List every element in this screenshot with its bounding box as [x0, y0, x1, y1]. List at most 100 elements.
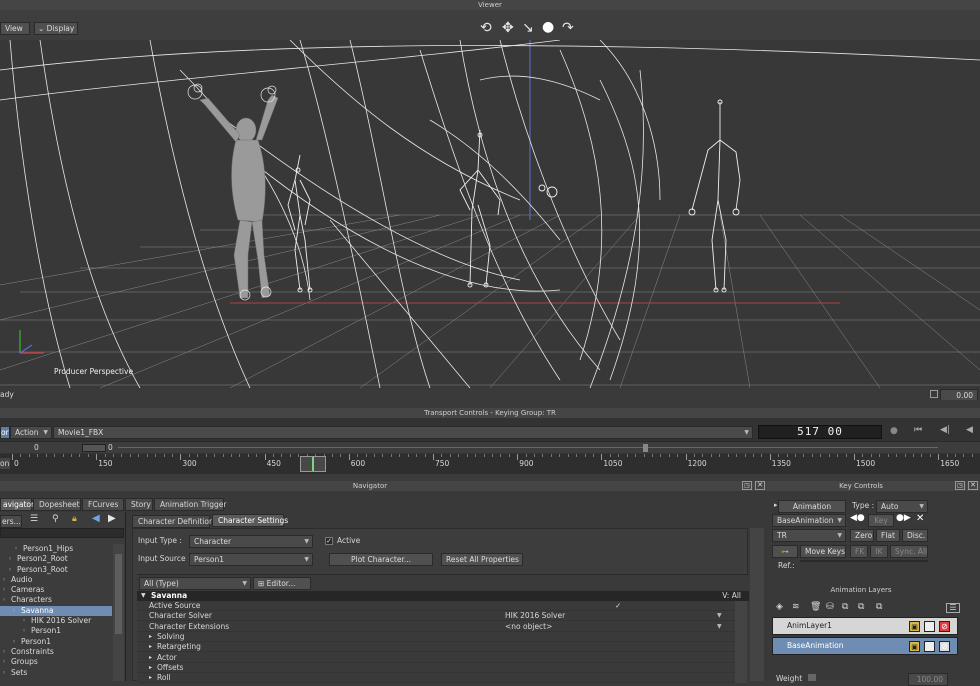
flat-button[interactable]: Flat: [876, 529, 900, 542]
close-icon[interactable]: ✕: [968, 481, 978, 490]
editor-button[interactable]: ⊞ Editor...: [253, 577, 311, 590]
view-menu[interactable]: View: [0, 22, 30, 35]
list-icon[interactable]: ☰: [30, 514, 38, 524]
prev-key-icon[interactable]: ◀|: [940, 425, 950, 435]
ik-button[interactable]: IK: [870, 545, 888, 558]
property-row[interactable]: ▸ Retargeting: [137, 642, 735, 653]
fk-button[interactable]: FK: [850, 545, 868, 558]
ref-select[interactable]: ▼: [800, 560, 928, 562]
lock-icon[interactable]: ▣: [909, 641, 920, 652]
take-select[interactable]: Movie1_FBX ▼: [53, 426, 753, 439]
key-icon-button[interactable]: ⊶: [772, 545, 798, 558]
prev-frame-icon[interactable]: ◀: [966, 425, 973, 435]
layer-up-icon[interactable]: ⧉: [858, 602, 864, 612]
range-slider[interactable]: 0 0: [0, 441, 980, 453]
playhead[interactable]: [300, 456, 326, 472]
tree-item[interactable]: ◦ Audio: [0, 575, 112, 585]
tree-search-input[interactable]: [0, 528, 124, 538]
chevron-down-icon[interactable]: ▼: [717, 622, 722, 632]
coord-toggle[interactable]: [930, 390, 938, 398]
splitter[interactable]: [0, 400, 980, 408]
tree-item[interactable]: ◦ Person1: [0, 626, 112, 636]
tree-item[interactable]: ◦ Person3_Root: [0, 565, 112, 575]
move-icon[interactable]: ✥: [502, 20, 514, 36]
tab-story[interactable]: Story: [125, 498, 153, 511]
undock-icon[interactable]: ◳: [742, 481, 752, 490]
tree-scrollbar[interactable]: [113, 544, 124, 681]
property-row[interactable]: ▸ Actor: [137, 653, 735, 663]
tree-item[interactable]: ◦ Savanna: [0, 605, 112, 617]
property-row[interactable]: Active Source ✓: [137, 601, 735, 611]
story-mode-tab[interactable]: ory: [0, 426, 10, 439]
pan-icon[interactable]: ↘: [522, 20, 534, 36]
property-value[interactable]: HIK 2016 Solver: [505, 611, 565, 621]
tab-character-settings[interactable]: Character Settings: [212, 514, 288, 527]
solo-icon[interactable]: [924, 621, 935, 632]
animation-button[interactable]: Animation: [778, 500, 846, 513]
tab-animation-trigger[interactable]: Animation Trigger: [154, 498, 227, 511]
timeline-ruler[interactable]: on 0 150 300 450 600 750 900 1050 1200 1350 1500 16…: [0, 454, 980, 474]
weight-field[interactable]: 100.00: [908, 673, 948, 686]
chevron-down-icon[interactable]: ▼: [717, 611, 722, 621]
tree-item[interactable]: ◦ Sets: [0, 668, 112, 678]
forward-arrow-icon[interactable]: ▶: [108, 513, 116, 524]
property-scrollbar[interactable]: [735, 601, 747, 683]
close-icon[interactable]: ✕: [755, 481, 765, 490]
active-checkbox[interactable]: ✓: [325, 537, 333, 545]
tab-dopesheet[interactable]: Dopesheet: [33, 498, 81, 511]
collapse-icon[interactable]: ▼: [141, 591, 146, 601]
property-row[interactable]: ▸ Roll: [137, 673, 735, 683]
key-button[interactable]: Key: [868, 514, 894, 527]
settings-scrollbar[interactable]: [750, 528, 764, 681]
tree-item[interactable]: ◦ Cameras: [0, 585, 112, 595]
discontinuity-button[interactable]: Disc.: [902, 529, 928, 542]
filter-icon[interactable]: ⚲: [52, 514, 59, 524]
tree-item[interactable]: ◦ Person1_Hips: [0, 544, 112, 554]
move-keys-button[interactable]: Move Keys: [800, 545, 846, 558]
layer-row[interactable]: BaseAnimation ▣ ⊘: [772, 637, 958, 655]
tree-item[interactable]: ◦ Constraints: [0, 647, 112, 657]
plot-character-button[interactable]: Plot Character...: [329, 553, 433, 566]
property-row[interactable]: ▸ Offsets: [137, 663, 735, 673]
keying-group-select[interactable]: TR ▼: [772, 529, 846, 542]
lock-icon[interactable]: ▣: [909, 621, 920, 632]
filter-select[interactable]: ers...: [0, 515, 22, 528]
tab-fcurves[interactable]: FCurves: [82, 498, 124, 511]
delete-key-icon[interactable]: ✕: [916, 513, 924, 524]
prev-key-icon[interactable]: ◀●: [850, 513, 865, 523]
add-layer-icon[interactable]: ◈: [776, 602, 783, 612]
mute-icon[interactable]: ⊘: [939, 621, 950, 632]
base-layer-select[interactable]: BaseAnimation ▼: [772, 514, 846, 527]
range-marker[interactable]: [643, 444, 648, 452]
sync-all-button[interactable]: Sync. All: [890, 545, 928, 558]
layer-menu-icon[interactable]: ☰: [946, 603, 960, 613]
zero-button[interactable]: Zero: [850, 529, 874, 542]
select-icon[interactable]: ●: [542, 19, 554, 35]
tree-item[interactable]: ◦ Groups: [0, 657, 112, 667]
action-select[interactable]: Action ▼: [10, 426, 52, 439]
key-type-select[interactable]: Auto ▼: [876, 500, 928, 513]
mute-icon[interactable]: ⊘: [939, 641, 950, 652]
record-icon[interactable]: ●: [890, 426, 898, 436]
tree-item[interactable]: ◦ Person1: [0, 637, 112, 647]
range-handle[interactable]: [82, 444, 106, 452]
undock-icon[interactable]: ◳: [955, 481, 965, 490]
weight-slider-handle[interactable]: [808, 674, 816, 681]
tab-navigator[interactable]: avigator: [0, 498, 34, 511]
property-row[interactable]: ▸ Solving: [137, 632, 735, 642]
solo-icon[interactable]: [924, 641, 935, 652]
undo-view-icon[interactable]: ↷: [562, 20, 574, 36]
lock-icon[interactable]: 🔒︎: [72, 514, 77, 524]
tree-item[interactable]: ◦ Characters: [0, 595, 112, 605]
back-arrow-icon[interactable]: ◀: [92, 513, 100, 524]
property-filter-select[interactable]: All (Type) ▼: [139, 577, 251, 590]
viewport-3d[interactable]: Producer Perspective: [0, 40, 980, 388]
property-row[interactable]: Character Solver HIK 2016 Solver ▼: [137, 611, 735, 622]
duplicate-layer-icon[interactable]: ⧉: [842, 602, 848, 612]
input-source-select[interactable]: Person1 ▼: [189, 553, 313, 566]
input-type-select[interactable]: Character ▼: [189, 535, 313, 548]
tree-item[interactable]: ◦ HIK 2016 Solver: [0, 616, 112, 626]
property-value[interactable]: <no object>: [505, 622, 552, 632]
property-value[interactable]: ✓: [615, 601, 621, 611]
tree-item[interactable]: ◦ Person2_Root: [0, 554, 112, 564]
